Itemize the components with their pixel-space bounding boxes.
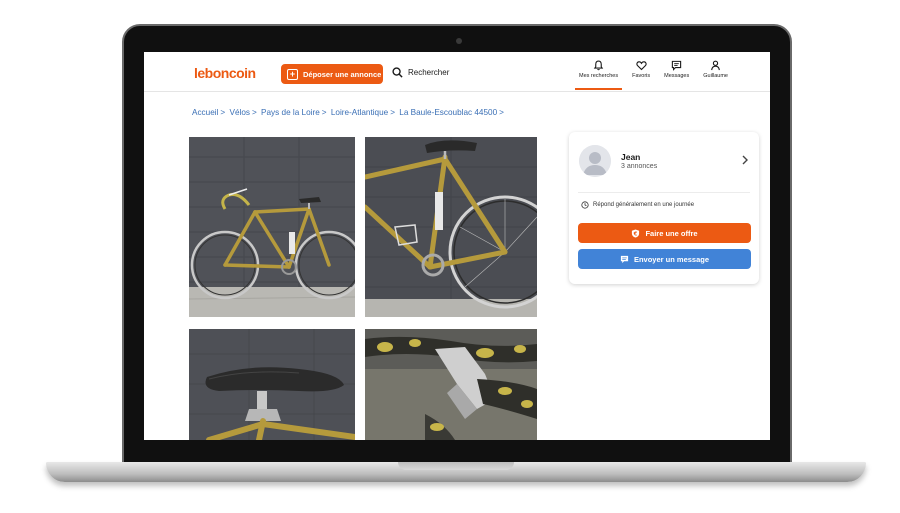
- listing-photo-bike-saddle[interactable]: [189, 329, 355, 440]
- avatar-placeholder-icon: [579, 145, 611, 177]
- response-time: Répond généralement en une journée: [581, 201, 694, 209]
- search-icon: [392, 67, 403, 78]
- nav-item-account[interactable]: Guillaume: [699, 60, 732, 90]
- offer-shield-icon: €: [632, 229, 640, 238]
- send-message-button[interactable]: Envoyer un message: [578, 249, 751, 269]
- breadcrumb-separator: >: [321, 108, 327, 117]
- breadcrumb-link-region[interactable]: Pays de la Loire: [261, 108, 320, 117]
- laptop-base: [46, 462, 866, 482]
- card-divider: [578, 192, 750, 193]
- send-message-label: Envoyer un message: [633, 254, 710, 264]
- nav-item-messages[interactable]: Messages: [660, 60, 693, 90]
- seller-listing-count: 3 annonces: [621, 163, 658, 170]
- breadcrumb-link-city[interactable]: La Baule-Escoublac 44500: [399, 108, 497, 117]
- heart-icon: [636, 61, 647, 71]
- clock-icon: [581, 201, 589, 209]
- post-listing-button[interactable]: + Déposer une annonce: [281, 64, 383, 84]
- breadcrumb-link-department[interactable]: Loire-Atlantique: [331, 108, 388, 117]
- bike-saddle-image: [189, 329, 355, 440]
- laptop-screen: leboncoin + Déposer une annonce Recherch…: [144, 52, 770, 440]
- chevron-right-icon[interactable]: [741, 155, 749, 165]
- seller-card: Jean 3 annonces Répond généralement en u…: [569, 132, 759, 284]
- breadcrumb: Accueil > Vélos > Pays de la Loire > Loire-…: [192, 108, 506, 117]
- make-offer-label: Faire une offre: [645, 228, 698, 238]
- listing-photo-bike-full[interactable]: [189, 137, 355, 317]
- chat-icon: [672, 60, 682, 71]
- laptop-lid: leboncoin + Déposer une annonce Recherch…: [122, 24, 792, 470]
- make-offer-button[interactable]: € Faire une offre: [578, 223, 751, 243]
- bike-full-image: [189, 137, 355, 317]
- breadcrumb-separator: >: [499, 108, 504, 117]
- search-button[interactable]: Rechercher: [392, 67, 449, 78]
- camera-icon: [456, 38, 462, 44]
- search-label: Rechercher: [408, 68, 450, 77]
- svg-text:€: €: [633, 231, 638, 237]
- laptop-notch: [398, 462, 514, 470]
- seller-avatar[interactable]: [579, 145, 611, 177]
- bike-frame-image: [365, 137, 537, 317]
- nav-item-favorites[interactable]: Favoris: [628, 60, 654, 90]
- listing-photo-bike-frame[interactable]: [365, 137, 537, 317]
- nav-label: Messages: [664, 73, 690, 79]
- listing-photo-bike-handlebar[interactable]: [365, 329, 537, 440]
- breadcrumb-link-category[interactable]: Vélos: [229, 108, 249, 117]
- plus-icon: +: [287, 68, 298, 80]
- breadcrumb-separator: >: [220, 108, 226, 117]
- user-icon: [711, 60, 721, 71]
- message-icon: [620, 255, 629, 263]
- bell-icon: [593, 60, 604, 71]
- breadcrumb-link-home[interactable]: Accueil: [192, 108, 218, 117]
- site-header: leboncoin + Déposer une annonce Recherch…: [144, 52, 770, 92]
- header-nav: Mes recherches Favoris Messages Guillaum…: [574, 60, 732, 90]
- bike-handlebar-image: [365, 329, 537, 440]
- nav-label: Mes recherches: [578, 73, 619, 79]
- nav-item-saved-searches[interactable]: Mes recherches: [574, 60, 623, 90]
- nav-label: Favoris: [632, 73, 651, 79]
- nav-label: Guillaume: [703, 73, 728, 79]
- site-logo[interactable]: leboncoin: [194, 65, 256, 81]
- response-time-label: Répond généralement en une journée: [593, 202, 695, 208]
- seller-name[interactable]: Jean: [621, 152, 640, 162]
- breadcrumb-separator: >: [390, 108, 395, 117]
- breadcrumb-separator: >: [251, 108, 257, 117]
- post-listing-label: Déposer une annonce: [303, 69, 382, 79]
